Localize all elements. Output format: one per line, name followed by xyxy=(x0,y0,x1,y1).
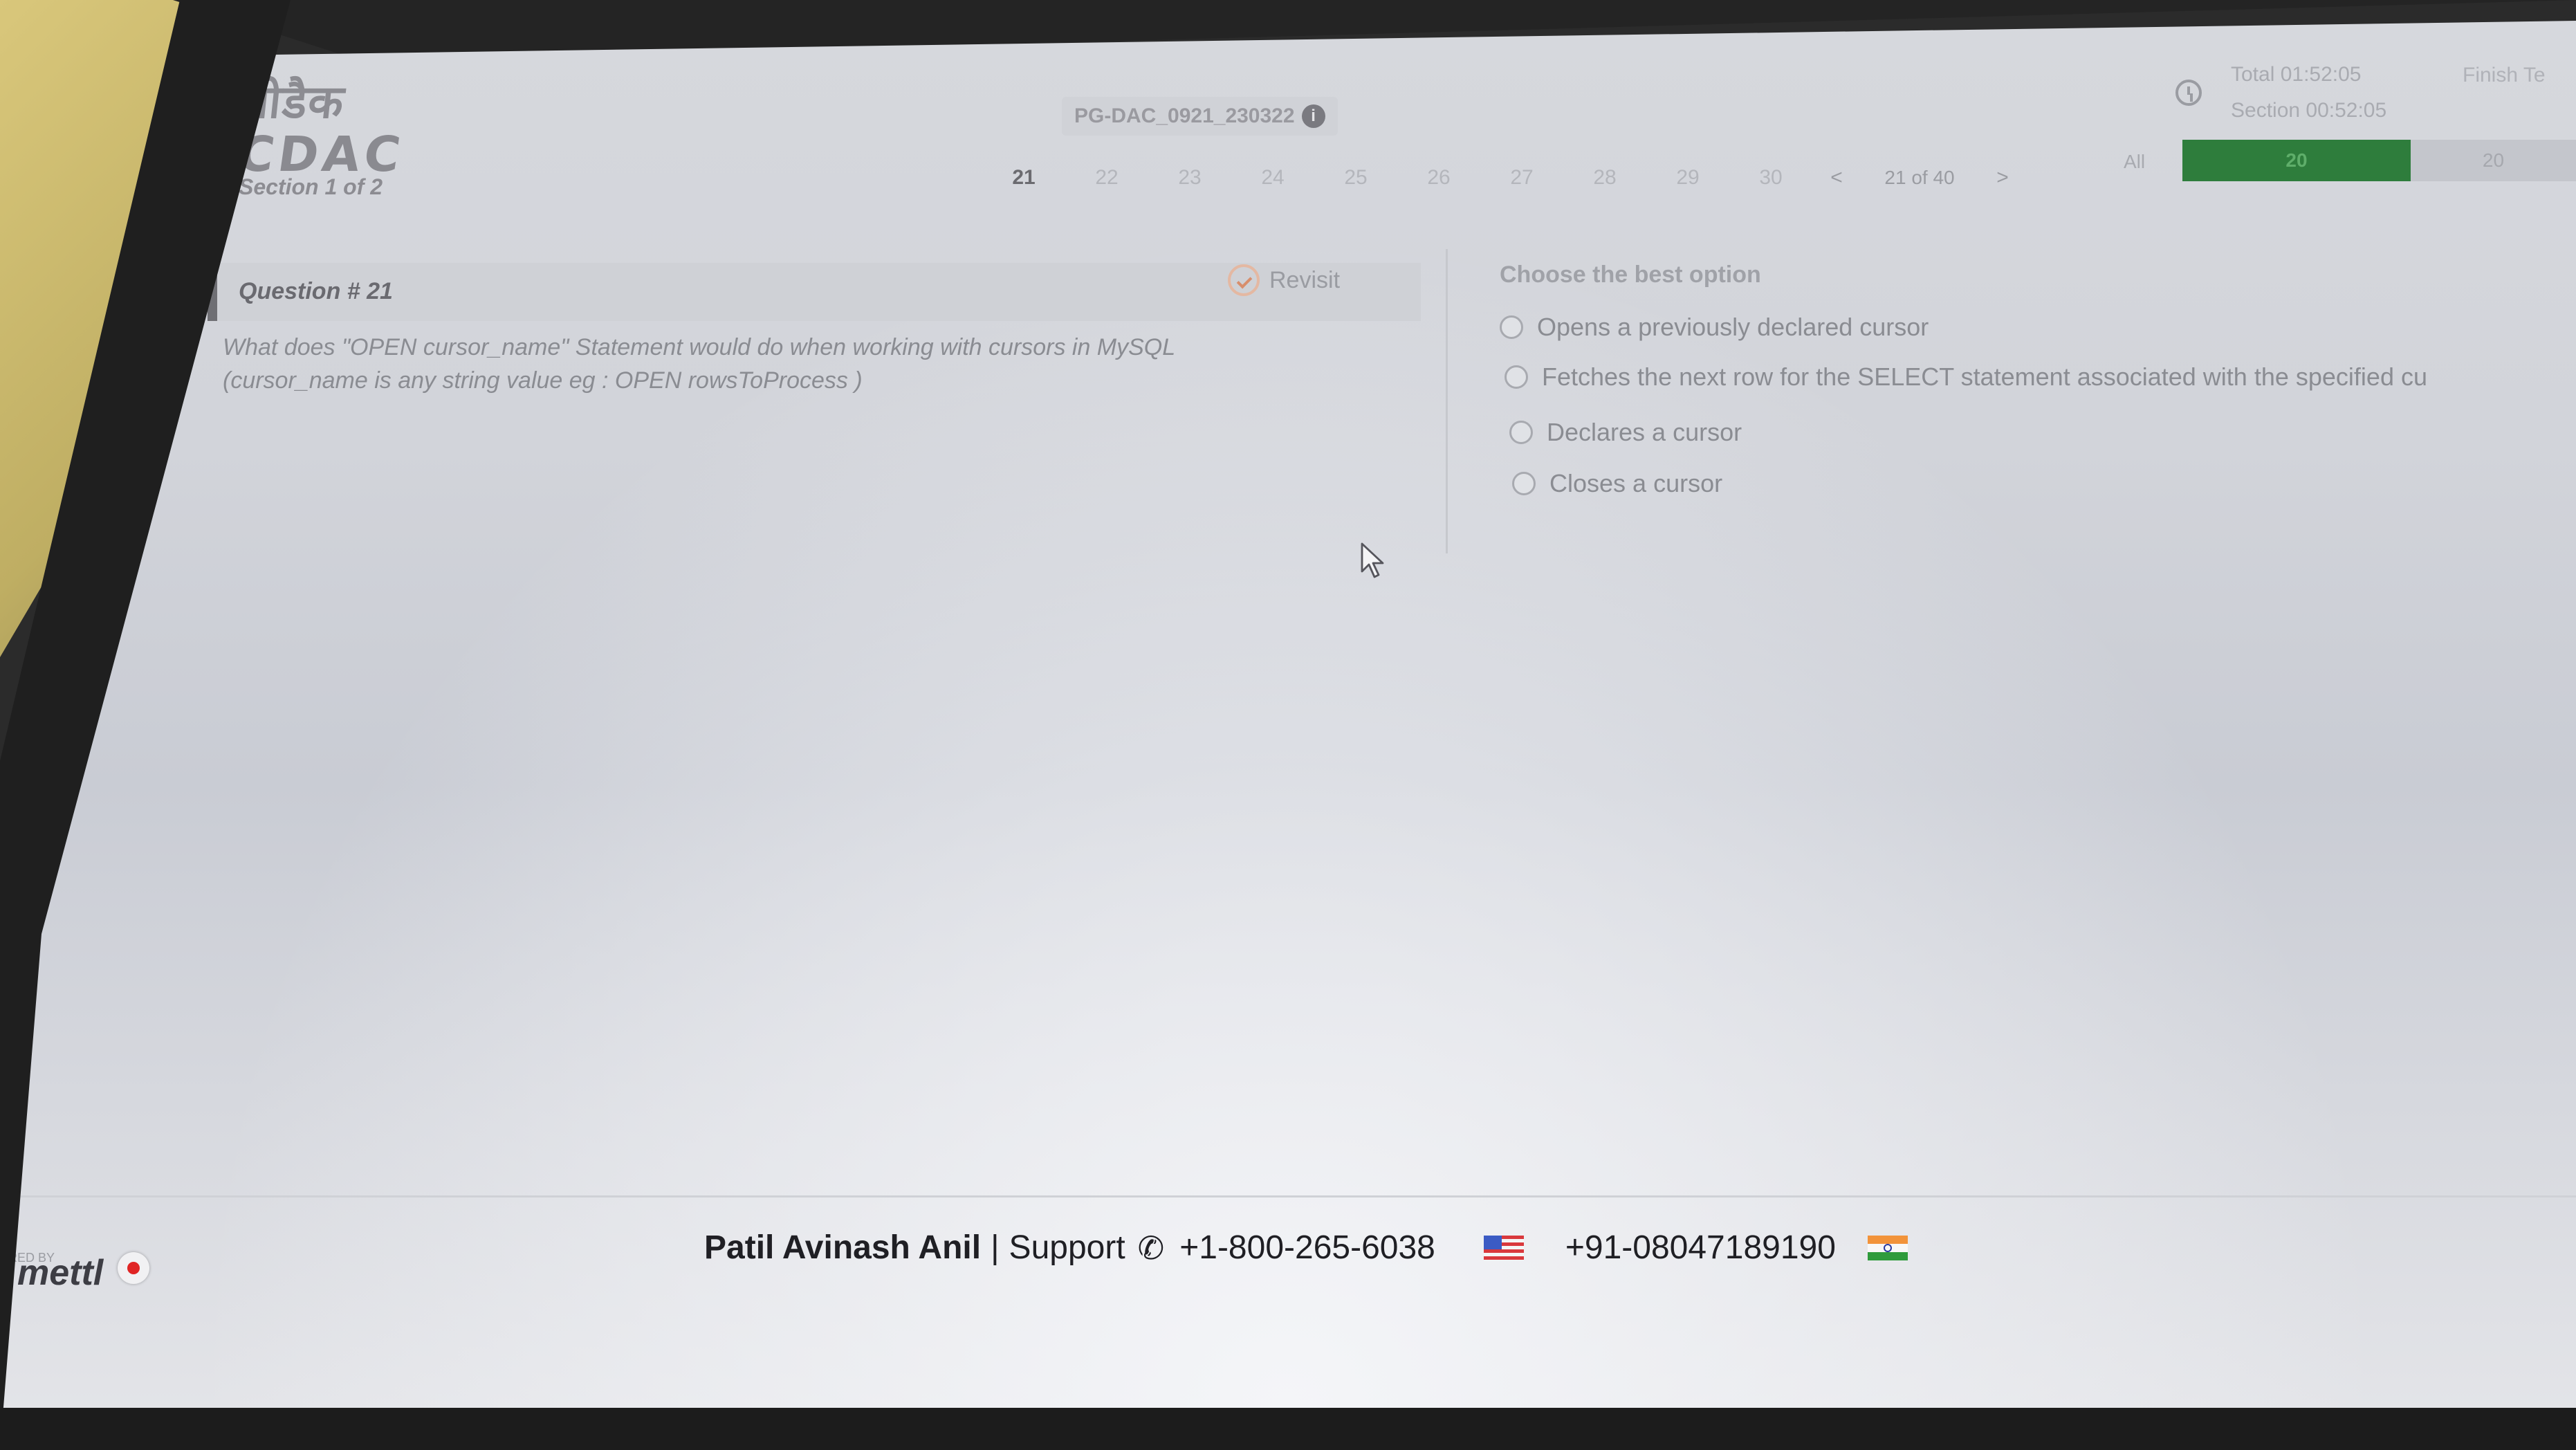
filter-all-button[interactable]: All xyxy=(2124,151,2145,173)
option-2-label: Fetches the next row for the SELECT stat… xyxy=(1542,362,2427,391)
timer-section: Section 00:52:05 xyxy=(2231,99,2387,122)
question-nav-25[interactable]: 25 xyxy=(1314,166,1397,190)
question-text: What does "OPEN cursor_name" Statement w… xyxy=(223,331,1413,397)
option-3[interactable]: Declares a cursor xyxy=(1509,418,1742,447)
question-navigator: 21 22 23 24 25 26 27 28 29 30 < 21 of 40… xyxy=(982,166,2027,190)
phone-in: +91-08047189190 xyxy=(1565,1229,1836,1266)
exam-code: PG-DAC_0921_230322 xyxy=(1074,104,1295,127)
option-2-radio[interactable] xyxy=(1505,365,1528,389)
option-4-radio[interactable] xyxy=(1512,472,1536,495)
mettl-logo: mettl xyxy=(17,1253,104,1293)
finish-test-button[interactable]: Finish Te xyxy=(2463,64,2546,87)
revisit-label: Revisit xyxy=(1269,266,1341,293)
monitor-bezel-bottom xyxy=(0,1408,2576,1450)
revisit-check-icon xyxy=(1228,264,1260,296)
option-4-label: Closes a cursor xyxy=(1549,469,1723,497)
clock-icon xyxy=(2175,80,2202,106)
footer-support: Patil Avinash Anil | Support ✆ +1-800-26… xyxy=(704,1229,1908,1267)
candidate-name: Patil Avinash Anil xyxy=(704,1229,982,1266)
question-title: Question # 21 xyxy=(239,278,393,304)
question-nav-22[interactable]: 22 xyxy=(1065,166,1148,190)
footer-separator: | xyxy=(991,1229,1000,1266)
option-3-label: Declares a cursor xyxy=(1547,418,1742,446)
question-nav-26[interactable]: 26 xyxy=(1397,166,1480,190)
option-2[interactable]: Fetches the next row for the SELECT stat… xyxy=(1505,362,2427,392)
question-nav-24[interactable]: 24 xyxy=(1231,166,1314,190)
question-nav-27[interactable]: 27 xyxy=(1480,166,1563,190)
timer-panel: Total 01:52:05 Section 00:52:05 xyxy=(2231,57,2386,129)
option-4[interactable]: Closes a cursor xyxy=(1512,469,1722,498)
question-text-line-1: What does "OPEN cursor_name" Statement w… xyxy=(223,334,1176,360)
question-nav-30[interactable]: 30 xyxy=(1729,166,1812,190)
exam-screen: सीडैक CDAC Section 1 of 2 PG-DAC_0921_23… xyxy=(0,21,2576,1411)
us-flag-icon xyxy=(1483,1235,1524,1260)
india-flag-icon xyxy=(1867,1235,1908,1260)
question-nav-29[interactable]: 29 xyxy=(1646,166,1729,190)
mouse-pointer-icon xyxy=(1361,542,1384,578)
exam-code-badge: PG-DAC_0921_230322 i xyxy=(1062,97,1338,136)
option-3-radio[interactable] xyxy=(1509,421,1533,444)
support-label: Support xyxy=(1009,1229,1125,1266)
revisit-button[interactable]: Revisit xyxy=(1228,264,1340,296)
question-nav-21[interactable]: 21 xyxy=(982,166,1065,190)
phone-icon: ✆ xyxy=(1137,1229,1165,1266)
section-label: Section 1 of 2 xyxy=(239,174,383,199)
footer-divider xyxy=(0,1195,2576,1197)
option-1-label: Opens a previously declared cursor xyxy=(1537,313,1929,341)
question-nav-23[interactable]: 23 xyxy=(1148,166,1231,190)
remaining-count[interactable]: 20 xyxy=(2411,140,2576,181)
answered-count[interactable]: 20 xyxy=(2182,140,2411,181)
question-position: 21 of 40 xyxy=(1884,167,1955,188)
timer-total: Total 01:52:05 xyxy=(2231,63,2362,86)
phone-us: +1-800-265-6038 xyxy=(1179,1229,1435,1266)
option-1-radio[interactable] xyxy=(1500,315,1523,339)
info-icon[interactable]: i xyxy=(1301,104,1325,128)
option-1[interactable]: Opens a previously declared cursor xyxy=(1500,313,1929,342)
options-title: Choose the best option xyxy=(1500,261,1761,288)
question-nav-28[interactable]: 28 xyxy=(1563,166,1646,190)
cdac-logo: सीडैक CDAC xyxy=(234,69,460,183)
recording-indicator-icon xyxy=(118,1252,149,1284)
pane-divider xyxy=(1446,249,1448,553)
next-question-button[interactable]: > xyxy=(1978,166,2027,190)
prev-question-button[interactable]: < xyxy=(1812,166,1861,190)
question-text-line-2: (cursor_name is any string value eg : OP… xyxy=(223,367,863,394)
